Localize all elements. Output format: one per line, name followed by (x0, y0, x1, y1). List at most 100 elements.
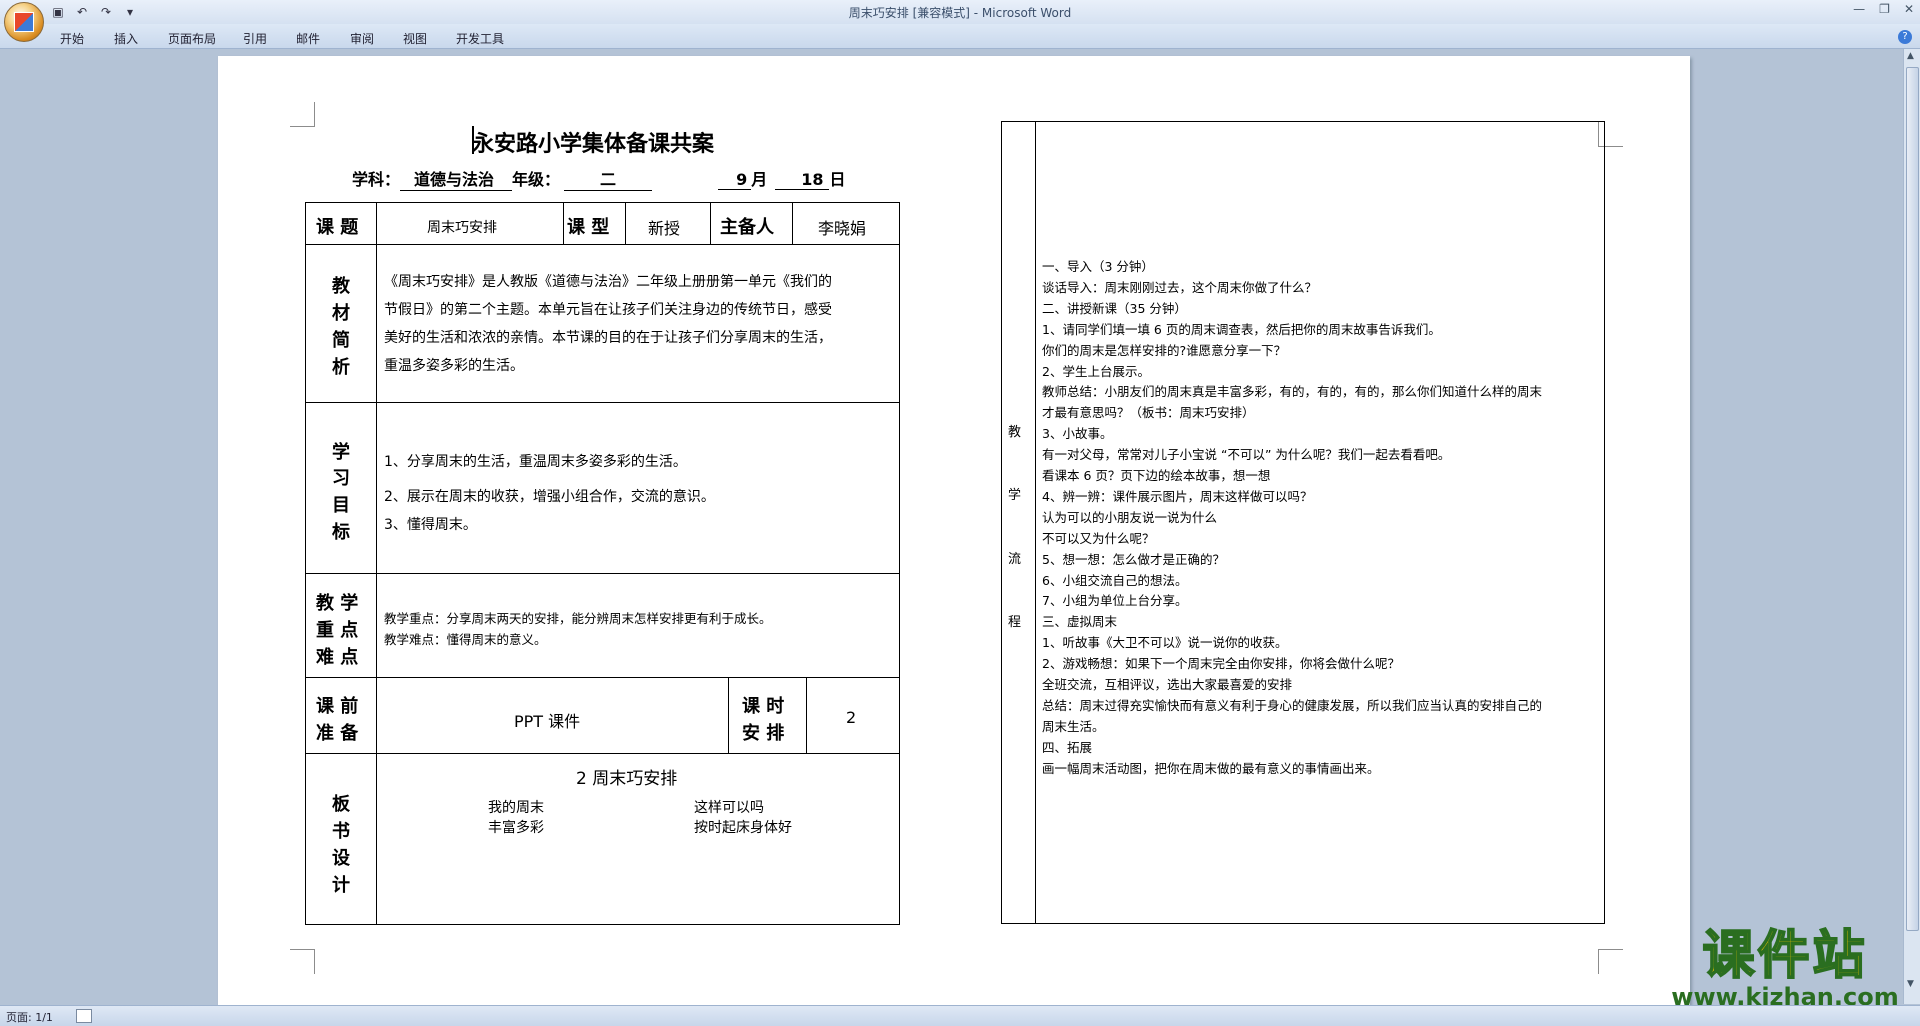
prep-label: 课 前 (316, 696, 359, 717)
process-line: 2、学生上台展示。 (1042, 363, 1150, 379)
scroll-up-icon[interactable]: ▲ (1907, 51, 1914, 61)
topic-value: 周末巧安排 (427, 220, 497, 236)
office-button[interactable] (4, 2, 44, 42)
minimize-icon[interactable]: — (1853, 2, 1865, 16)
key-point: 教学难点：懂得周末的意义。 (384, 632, 547, 647)
process-label-char: 教 (1008, 425, 1022, 440)
analysis-line: 节假日》的第二个主题。本单元旨在让孩子们关注身边的传统节日，感受 (384, 302, 832, 318)
subject-value: 道德与法治 (400, 166, 513, 191)
col-divider (1035, 121, 1036, 923)
topic-label: 课 题 (316, 217, 359, 238)
ribbon-tabs: 开始 插入 页面布局 引用 邮件 审阅 视图 开发工具 ? (0, 24, 1920, 49)
month-label: 月 (751, 170, 768, 189)
process-line: 2、游戏畅想：如果下一个周末完全由你安排，你将会做什么呢？ (1042, 656, 1400, 672)
col-divider (710, 202, 711, 244)
close-icon[interactable]: ✕ (1904, 2, 1914, 16)
tab-review[interactable]: 审阅 (350, 30, 374, 47)
goal-item: 3、懂得周末。 (384, 517, 477, 533)
board-right-item: 这样可以吗 (694, 800, 764, 816)
board-right-item: 按时起床身体好 (694, 820, 792, 836)
row-divider (305, 244, 899, 245)
analysis-label-char: 教 (332, 276, 350, 297)
tab-page-layout[interactable]: 页面布局 (168, 30, 216, 47)
type-label: 课 型 (567, 217, 610, 238)
process-label-char: 程 (1008, 615, 1022, 630)
process-line: 三、虚拟周末 (1042, 614, 1118, 630)
prep-label: 准 备 (316, 723, 359, 744)
board-label-char: 计 (332, 875, 350, 896)
process-label-char: 学 (1008, 488, 1022, 503)
board-title: 2 周末巧安排 (576, 769, 678, 789)
goal-item: 1、分享周末的生活，重温周末多姿多彩的生活。 (384, 454, 687, 470)
site-watermark: 课件站 www.kjzhan.com (1670, 927, 1900, 1010)
process-line: 1、请同学们填一填 6 页的周末调查表，然后把你的周末故事告诉我们。 (1042, 321, 1441, 337)
col-divider (563, 202, 564, 244)
analysis-label-char: 析 (332, 357, 350, 378)
goals-label-char: 目 (332, 495, 350, 516)
analysis-label-char: 材 (332, 303, 350, 324)
tab-mailings[interactable]: 邮件 (296, 30, 320, 47)
process-line: 不可以又为什么呢？ (1042, 530, 1155, 546)
analysis-line: 重温多姿多彩的生活。 (384, 358, 524, 374)
process-line: 四、拓展 (1042, 739, 1093, 755)
margin-mark (1598, 949, 1623, 974)
window-controls: — ❐ ✕ (1853, 2, 1914, 16)
page-indicator[interactable]: 页面: 1/1 (6, 1009, 53, 1025)
tab-insert[interactable]: 插入 (114, 30, 138, 47)
hours-label: 安 排 (742, 723, 785, 744)
board-label-char: 书 (332, 821, 350, 842)
col-divider (806, 677, 807, 753)
subject-label: 学科： (352, 170, 401, 189)
lead-label: 主备人 (720, 217, 774, 238)
text-cursor (472, 126, 474, 154)
vertical-scrollbar[interactable]: ▲ ▼ (1903, 49, 1920, 1004)
status-bar: 页面: 1/1 (0, 1005, 1920, 1026)
row-divider (305, 402, 899, 403)
prep-value: PPT 课件 (514, 712, 581, 731)
process-line: 有一对父母，常常对儿子小宝说 “不可以” 为什么呢？我们一起去看看吧。 (1042, 447, 1451, 463)
month-value: 9 (718, 170, 752, 190)
maximize-icon[interactable]: ❐ (1879, 2, 1890, 16)
analysis-line: 《周末巧安排》是人教版《道德与法治》二年级上册册第一单元《我们的 (384, 274, 832, 290)
scroll-thumb[interactable] (1906, 67, 1919, 931)
process-line: 谈话导入：周末刚刚过去，这个周末你做了什么？ (1042, 279, 1318, 295)
col-divider (728, 677, 729, 753)
board-label-char: 板 (332, 794, 350, 815)
help-icon[interactable]: ? (1898, 30, 1912, 44)
row-divider (305, 677, 899, 678)
doc-title: 永安路小学集体备课共案 (472, 132, 715, 157)
process-line: 6、小组交流自己的想法。 (1042, 572, 1188, 588)
grade-value: 二 (564, 166, 653, 191)
process-line: 全班交流，互相评议，选出大家最喜爱的安排 (1042, 677, 1293, 692)
process-line: 周末生活。 (1042, 718, 1105, 734)
day-value: 18 (775, 170, 830, 190)
goals-label-char: 习 (332, 468, 350, 489)
key-label: 重 点 (316, 620, 359, 641)
analysis-label-char: 简 (332, 330, 350, 351)
scroll-down-icon[interactable]: ▼ (1907, 979, 1914, 989)
proofing-icon[interactable] (76, 1009, 92, 1023)
process-line: 4、辨一辨：课件展示图片，周末这样做可以吗？ (1042, 488, 1313, 504)
row-divider (305, 573, 899, 574)
process-line: 画一幅周末活动图，把你在周末做的最有意义的事情画出来。 (1042, 760, 1380, 776)
row-divider (305, 753, 899, 754)
hours-label: 课 时 (742, 696, 785, 717)
goals-label-char: 学 (332, 442, 350, 463)
tab-view[interactable]: 视图 (403, 30, 427, 47)
tab-references[interactable]: 引用 (243, 30, 267, 47)
key-point: 教学重点：分享周末两天的安排，能分辨周末怎样安排更有利于成长。 (384, 611, 772, 626)
process-line: 1、听故事《大卫不可以》说一说你的收获。 (1042, 635, 1288, 651)
col-divider (792, 202, 793, 244)
tab-home[interactable]: 开始 (60, 30, 84, 47)
process-line: 才最有意思吗？（板书：周末巧安排） (1042, 405, 1255, 421)
goals-label-char: 标 (332, 522, 350, 543)
process-line: 二、讲授新课（35 分钟） (1042, 300, 1187, 316)
tab-developer[interactable]: 开发工具 (456, 30, 504, 47)
process-line: 教师总结：小朋友们的周末真是丰富多彩，有的，有的，有的，那么你们知道什么样的周末 (1042, 384, 1543, 400)
board-label-char: 设 (332, 848, 350, 869)
board-left-item: 丰富多彩 (488, 820, 544, 836)
margin-mark (290, 102, 315, 127)
board-left-item: 我的周末 (488, 800, 544, 816)
grade-label: 年级： (512, 170, 561, 189)
process-line: 一、导入（3 分钟） (1042, 259, 1154, 274)
